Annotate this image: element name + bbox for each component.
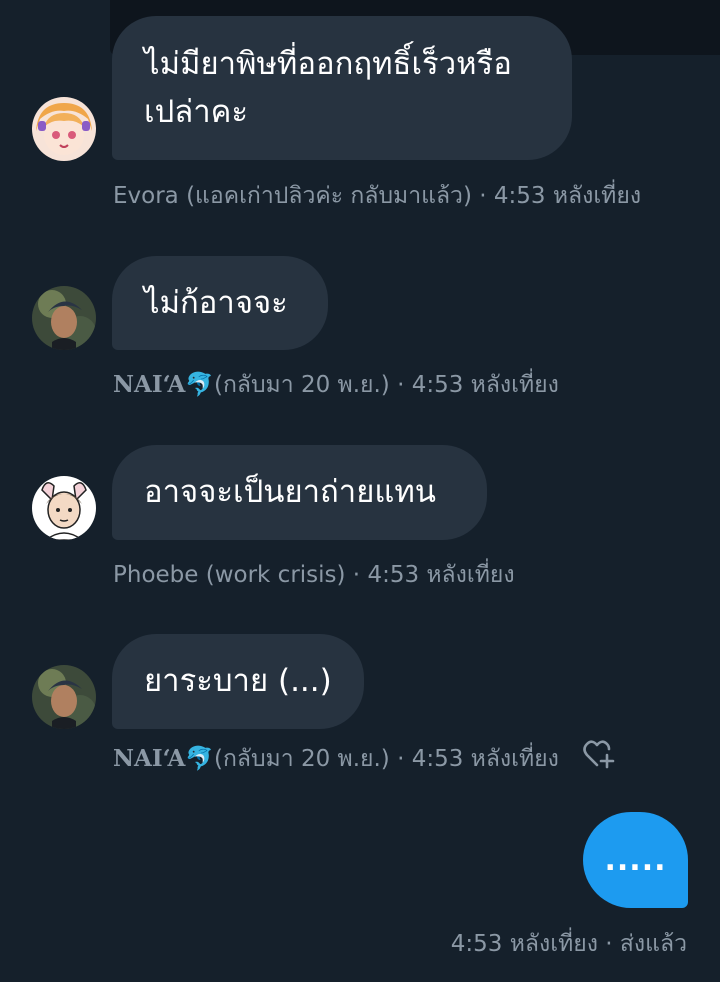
avatar-evora[interactable]	[32, 97, 96, 161]
message-bubble[interactable]: อาจจะเป็นยาถ่ายแทน	[112, 445, 487, 540]
sender-name-suffix: (กลับมา 20 พ.ย.)	[213, 372, 390, 398]
sender-name[interactable]: NAI‘A	[113, 371, 185, 398]
message-meta: Phoebe (work crisis) · 4:53 หลังเที่ยง	[113, 562, 515, 588]
dolphin-icon: 🐬	[185, 746, 214, 772]
sender-name[interactable]: Evora (แอคเก่าปลิวค่ะ กลับมาแล้ว)	[113, 183, 472, 209]
sender-name-suffix: (กลับมา 20 พ.ย.)	[213, 746, 390, 772]
message-time: 4:53 หลังเที่ยง	[411, 746, 559, 772]
message-meta: NAI‘A🐬(กลับมา 20 พ.ย.) · 4:53 หลังเที่ยง	[113, 371, 559, 398]
sent-message-meta: 4:53 หลังเที่ยง · ส่งแล้ว	[450, 931, 687, 957]
message-meta: NAI‘A🐬(กลับมา 20 พ.ย.) · 4:53 หลังเที่ยง	[113, 745, 559, 772]
message-text-line: เปล่าคะ	[144, 94, 249, 130]
message-time: 4:53 หลังเที่ยง	[450, 931, 598, 957]
message-bubble[interactable]: ไม่มียาพิษที่ออกฤทธิ์เร็วหรือ เปล่าคะ	[112, 16, 572, 160]
message-bubble[interactable]: ยาระบาย (...)	[112, 634, 364, 729]
message-text: ยาระบาย (...)	[144, 663, 332, 699]
sender-name[interactable]: NAI‘A	[113, 745, 185, 772]
message-time: 4:53 หลังเที่ยง	[411, 372, 559, 398]
message-text-line: ไม่มียาพิษที่ออกฤทธิ์เร็วหรือ	[144, 46, 512, 82]
dolphin-icon: 🐬	[185, 372, 214, 398]
sent-message-bubble[interactable]: .....	[583, 812, 688, 908]
message-meta: Evora (แอคเก่าปลิวค่ะ กลับมาแล้ว) · 4:53…	[113, 183, 642, 209]
message-text: อาจจะเป็นยาถ่ายแทน	[144, 474, 436, 510]
sender-name[interactable]: Phoebe (work crisis)	[113, 562, 346, 588]
message-text: ไม่ก้อาจจะ	[144, 285, 288, 321]
avatar-phoebe[interactable]	[32, 476, 96, 540]
avatar-naia[interactable]	[32, 665, 96, 729]
message-time: 4:53 หลังเที่ยง	[367, 562, 515, 588]
delivery-status: ส่งแล้ว	[619, 931, 687, 957]
heart-plus-icon[interactable]	[583, 739, 617, 769]
message-bubble[interactable]: ไม่ก้อาจจะ	[112, 256, 328, 350]
sent-message-text: .....	[604, 842, 667, 878]
message-time: 4:53 หลังเที่ยง	[493, 183, 642, 209]
avatar-naia[interactable]	[32, 286, 96, 350]
